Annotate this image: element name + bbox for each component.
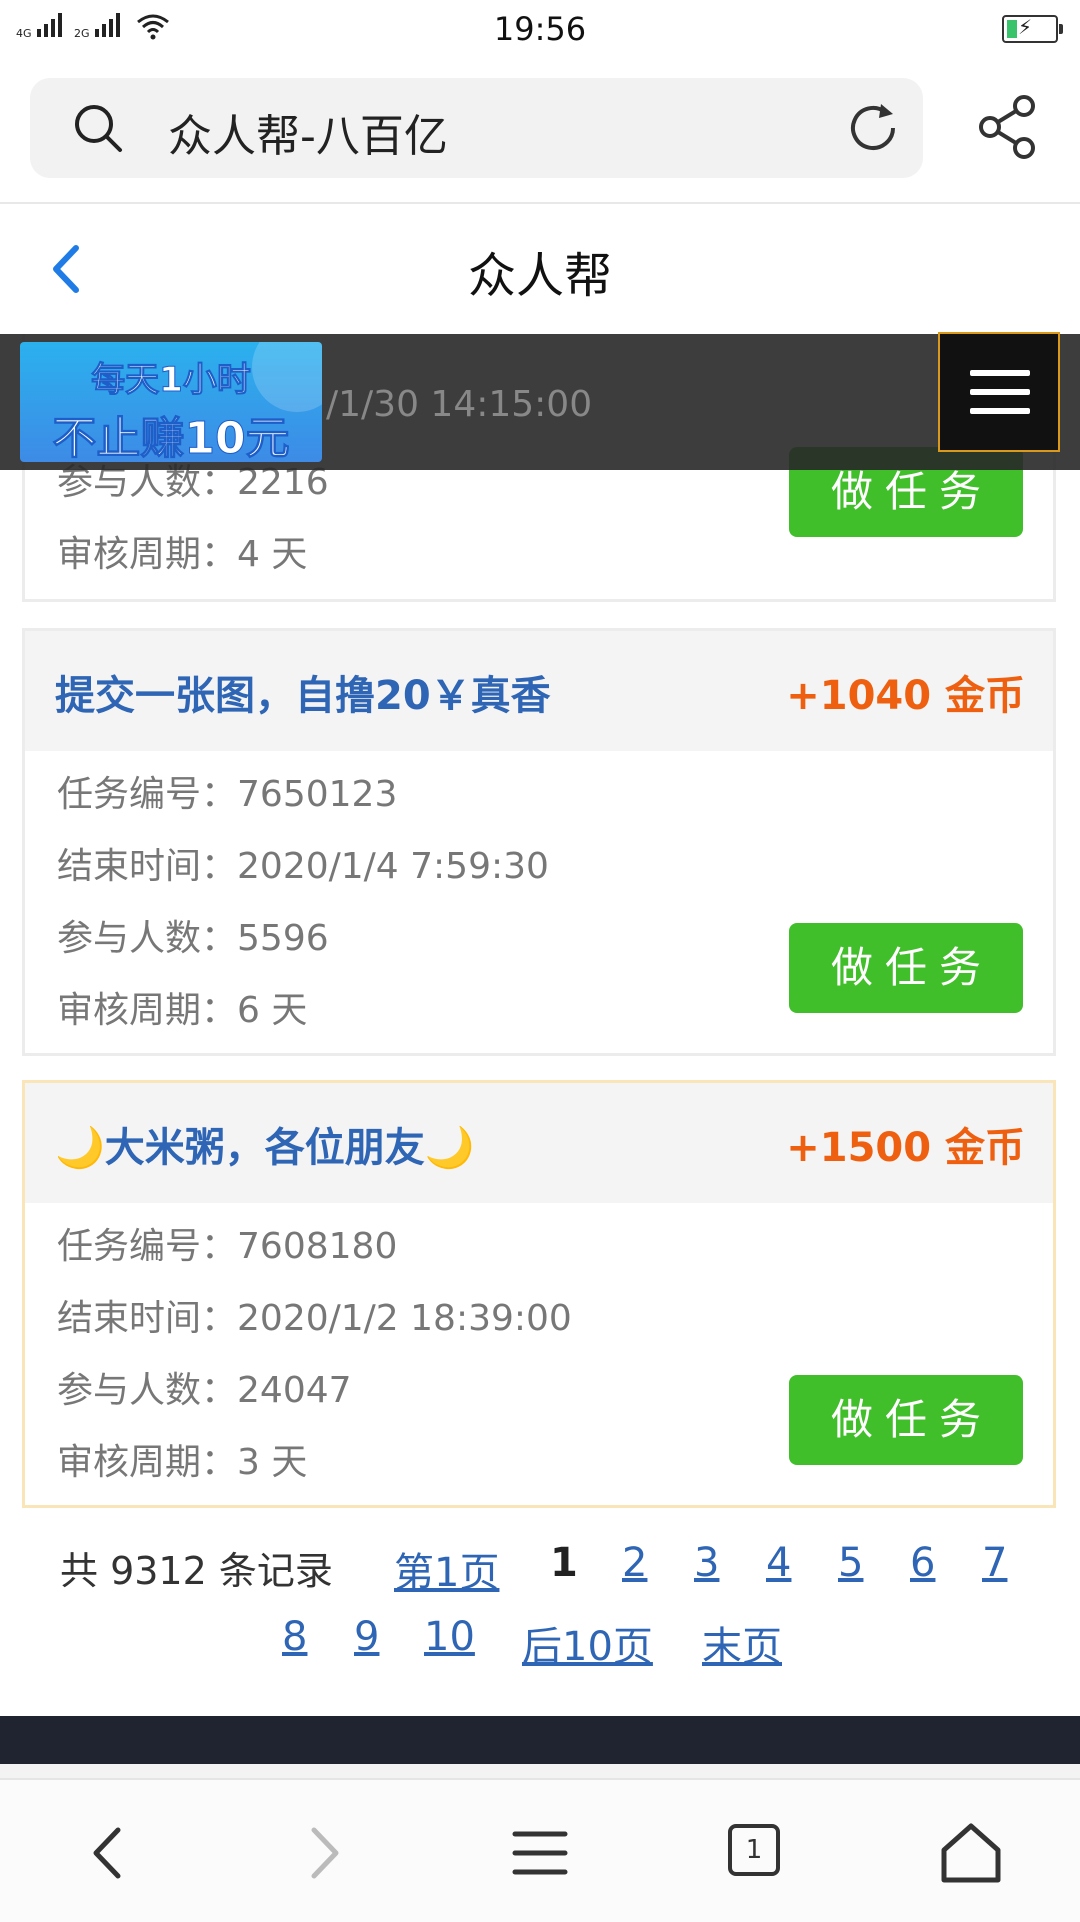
task-card-header[interactable]: 🌙大米粥，各位朋友🌙 +1500 金币 [25, 1083, 1053, 1203]
pager-next-10[interactable]: 后10页 [522, 1614, 653, 1672]
hamburger-menu-icon[interactable] [938, 332, 1060, 452]
task-card: 提交一张图，自撸20￥真香 +1040 金币 任务编号：7650123 结束时间… [22, 628, 1056, 1056]
menu-icon[interactable] [505, 1818, 575, 1888]
footer-divider [0, 1764, 1080, 1778]
task-end-time: 结束时间：2020/1/4 7:59:30 [57, 846, 549, 887]
task-review-period: 审核周期：6 天 [57, 990, 308, 1031]
task-title[interactable]: 🌙大米粥，各位朋友🌙 [55, 1115, 475, 1173]
task-end-time: 结束时间：2020/1/2 18:39:00 [57, 1298, 572, 1339]
pager-last[interactable]: 末页 [702, 1614, 782, 1672]
pager-page[interactable]: 8 [282, 1614, 307, 1660]
promo-banner[interactable]: 每天1小时 不止赚10元 [20, 342, 322, 462]
pager-first[interactable]: 第1页 [394, 1540, 499, 1598]
page-header: 众人帮 [0, 204, 1080, 334]
address-bar[interactable]: 众人帮-八百亿 [30, 78, 923, 178]
browser-bottom-nav: 1 [0, 1778, 1080, 1922]
tabs-icon[interactable]: 1 [722, 1818, 792, 1888]
pager-page[interactable]: 10 [424, 1614, 475, 1660]
pager-page[interactable]: 4 [766, 1540, 791, 1586]
share-icon[interactable] [976, 92, 1040, 162]
task-participants: 参与人数：5596 [57, 918, 329, 959]
do-task-button[interactable]: 做任务 [789, 1375, 1023, 1465]
pager-page[interactable]: 3 [694, 1540, 719, 1586]
task-reward: +1500 金币 [786, 1125, 1025, 1171]
task-reward: +1040 金币 [786, 673, 1025, 719]
promo-line-2: 不止赚10元 [52, 413, 290, 463]
task-review-period: 审核周期：4 天 [57, 534, 308, 575]
task-card: 🌙大米粥，各位朋友🌙 +1500 金币 任务编号：7608180 结束时间：20… [22, 1080, 1056, 1508]
pager-page[interactable]: 5 [838, 1540, 863, 1586]
footer-band [0, 1716, 1080, 1764]
forward-arrow-icon[interactable] [288, 1818, 358, 1888]
battery-icon: ⚡ [1002, 15, 1063, 43]
status-bar: 4G 2G 19:56 ⚡ [0, 0, 1080, 62]
task-participants: 参与人数：24047 [57, 1370, 352, 1411]
task-list: 参与人数：2216 审核周期：4 天 做任务 提交一张图，自撸20￥真香 +10… [0, 334, 1080, 1714]
search-icon [75, 105, 122, 152]
task-card-header[interactable]: 提交一张图，自撸20￥真香 +1040 金币 [25, 631, 1053, 751]
pager-page[interactable]: 6 [910, 1540, 935, 1586]
home-icon[interactable] [936, 1818, 1006, 1888]
back-arrow-icon[interactable] [74, 1818, 144, 1888]
pager-page[interactable]: 2 [622, 1540, 647, 1586]
task-review-period: 审核周期：3 天 [57, 1442, 308, 1483]
reload-icon[interactable] [843, 98, 903, 158]
task-id: 任务编号：7608180 [57, 1226, 398, 1267]
tab-count: 1 [728, 1824, 780, 1876]
task-title[interactable]: 提交一张图，自撸20￥真香 [55, 663, 551, 721]
page-title: 众人帮 [467, 248, 612, 304]
task-id: 任务编号：7650123 [57, 774, 398, 815]
obscured-end-time: /1/30 14:15:00 [326, 384, 593, 425]
clock: 19:56 [493, 10, 587, 48]
pager-current: 1 [550, 1540, 578, 1586]
promo-line-1: 每天1小时 [91, 360, 252, 401]
pager-page[interactable]: 7 [982, 1540, 1007, 1586]
pager-page[interactable]: 9 [354, 1614, 379, 1660]
address-text[interactable]: 众人帮-八百亿 [168, 100, 448, 164]
do-task-button[interactable]: 做任务 [789, 923, 1023, 1013]
browser-toolbar: 众人帮-八百亿 [0, 62, 1080, 204]
record-count: 共 9312 条记录 [60, 1549, 333, 1593]
floating-ad-bar: /1/30 14:15:00 每天1小时 不止赚10元 [0, 332, 1080, 470]
